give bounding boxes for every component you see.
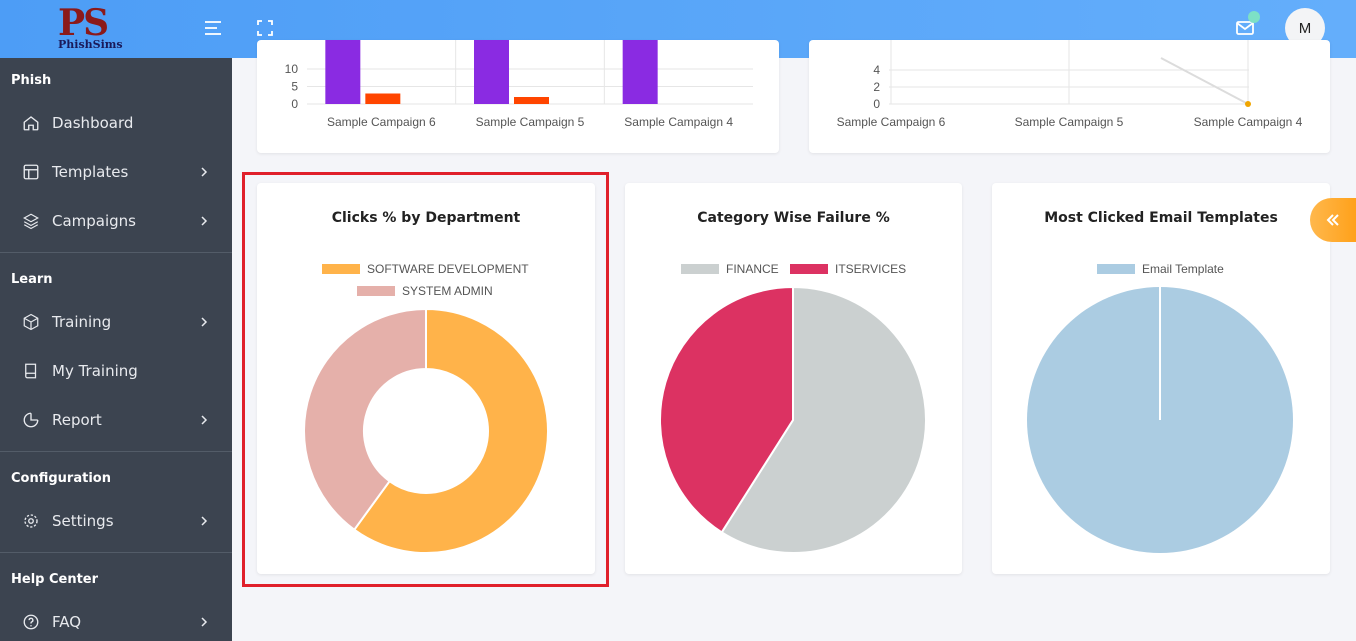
y-tick-label: 2: [873, 80, 880, 94]
phishsims-logo[interactable]: PS PhishSims: [52, 2, 142, 54]
chevron-right-icon: [201, 216, 208, 226]
chevron-right-icon: [201, 415, 208, 425]
sidebar-item-label: Dashboard: [52, 114, 134, 132]
data-point: [1245, 101, 1251, 107]
series-line: [1160, 57, 1249, 105]
fullscreen-icon[interactable]: [253, 16, 277, 40]
chevron-right-icon: [201, 617, 208, 627]
sidebar-item-label: Training: [52, 313, 112, 331]
most-clicked-templates-card: Most Clicked Email Templates Email Templ…: [992, 183, 1330, 574]
sidebar-item-report[interactable]: Report: [0, 400, 232, 440]
campaign-line-chart-card: 0 2 4 Sample Campaign 6 Sample Campaign 5 Sam…: [809, 40, 1330, 153]
sidebar-divider: [0, 252, 232, 253]
layers-icon: [23, 213, 39, 230]
templates-pie-chart: [1027, 287, 1293, 553]
chevron-right-icon: [201, 317, 208, 327]
category-failure-pie-chart: [659, 285, 927, 554]
sidebar-item-campaigns[interactable]: Campaigns: [0, 201, 232, 241]
notification-dot: [1248, 11, 1260, 23]
clicks-by-department-card: Clicks % by Department SOFTWARE DEVELOPM…: [257, 183, 595, 574]
sidebar-item-training[interactable]: Training: [0, 302, 232, 342]
bar: [365, 93, 401, 104]
bar: [474, 40, 509, 104]
section-title-learn: Learn: [11, 272, 53, 287]
section-title-configuration: Configuration: [11, 471, 111, 486]
sidebar-item-label: FAQ: [52, 613, 82, 631]
bar: [622, 40, 658, 104]
chevron-right-icon: [201, 516, 208, 526]
sidebar-item-label: My Training: [52, 362, 138, 380]
book-icon: [25, 363, 37, 379]
layout-icon: [23, 164, 39, 180]
logo-name: PhishSims: [58, 38, 123, 51]
section-title-help-center: Help Center: [11, 572, 99, 587]
department-doughnut-chart: [303, 307, 549, 554]
double-chevron-left-icon: [1326, 214, 1339, 226]
x-tick-label: Sample Campaign 4: [1194, 115, 1303, 129]
chevron-right-icon: [201, 167, 208, 177]
category-failure-card: Category Wise Failure % FINANCE ITSERVIC…: [625, 183, 962, 574]
sidebar-divider: [0, 451, 232, 452]
x-tick-label: Sample Campaign 6: [837, 115, 946, 129]
sidebar-item-settings[interactable]: Settings: [0, 501, 232, 541]
sidebar-item-my-training[interactable]: My Training: [0, 351, 232, 391]
campaign-bar-chart-card: 0 5 10 Sample Campaign 6 Sample Campaign 5 Sa…: [257, 40, 779, 153]
bar: [325, 40, 361, 104]
sidebar-item-templates[interactable]: Templates: [0, 152, 232, 192]
gear-icon: [24, 514, 38, 528]
bar: [514, 97, 549, 104]
x-tick-label: Sample Campaign 5: [1015, 115, 1124, 129]
y-tick-label: 0: [291, 97, 298, 111]
campaign-line-chart: 0 2 4 Sample Campaign 6 Sample Campaign 5 Sam…: [837, 40, 1303, 129]
x-tick-label: Sample Campaign 4: [624, 115, 733, 129]
sidebar-item-faq[interactable]: FAQ: [0, 602, 232, 641]
box-icon: [23, 313, 39, 331]
y-tick-label: 4: [873, 63, 880, 77]
sidebar-item-label: Report: [52, 411, 102, 429]
sidebar: Phish Dashboard Templates Campaigns Lear…: [0, 58, 232, 641]
home-icon: [23, 116, 39, 131]
sidebar-item-label: Templates: [52, 163, 129, 181]
y-tick-label: 5: [291, 80, 298, 94]
sidebar-item-label: Campaigns: [52, 212, 137, 230]
x-tick-label: Sample Campaign 6: [327, 115, 436, 129]
section-title-phish: Phish: [11, 73, 52, 88]
y-tick-label: 0: [873, 97, 880, 111]
pie-chart-icon: [23, 412, 39, 428]
collapse-panel-button[interactable]: [1310, 198, 1356, 242]
sidebar-item-dashboard[interactable]: Dashboard: [0, 103, 232, 143]
x-tick-label: Sample Campaign 5: [476, 115, 585, 129]
y-tick-label: 10: [285, 62, 299, 76]
menu-toggle-icon[interactable]: [201, 16, 225, 40]
sidebar-item-label: Settings: [52, 512, 114, 530]
sidebar-divider: [0, 552, 232, 553]
help-circle-icon: [23, 614, 39, 630]
campaign-bar-chart: 0 5 10 Sample Campaign 6 Sample Campaign 5 Sa…: [285, 40, 753, 129]
